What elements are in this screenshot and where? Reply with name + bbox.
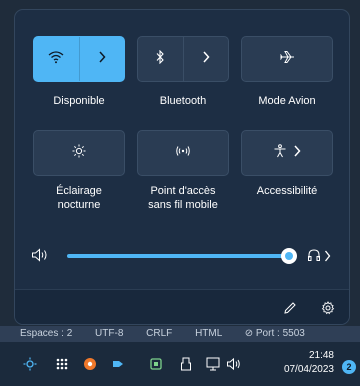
notification-badge[interactable]: 2 — [342, 360, 356, 374]
quick-settings-footer — [15, 289, 349, 324]
wifi-expand-button[interactable] — [80, 37, 125, 81]
chevron-right-icon — [293, 144, 301, 162]
airplane-mode-tile[interactable] — [241, 36, 333, 82]
night-light-label: Éclairage nocturne — [56, 185, 102, 211]
bluetooth-tile[interactable] — [137, 36, 229, 82]
browser-app-icon[interactable] — [82, 356, 98, 372]
speaker-icon[interactable] — [31, 248, 49, 267]
mobile-hotspot-label: Point d'accès sans fil mobile — [148, 185, 218, 211]
wifi-label: Disponible — [53, 95, 105, 107]
usb-device-icon[interactable] — [178, 356, 194, 372]
status-port[interactable]: ⊘ Port : 5503 — [245, 328, 305, 339]
wifi-tile[interactable] — [33, 36, 125, 82]
clock-time: 21:48 — [308, 350, 334, 361]
hotspot-icon — [175, 144, 191, 162]
status-eol[interactable]: CRLF — [146, 328, 172, 339]
status-spaces[interactable]: Espaces : 2 — [20, 328, 72, 339]
bluetooth-expand-button[interactable] — [184, 37, 229, 81]
wifi-toggle[interactable] — [34, 37, 79, 81]
taskbar-clock[interactable]: 21:48 07/04/2023 — [284, 349, 334, 377]
network-monitor-icon[interactable] — [206, 356, 222, 372]
settings-gear-icon[interactable] — [321, 301, 335, 320]
volume-slider-thumb[interactable] — [281, 248, 297, 264]
volume-icon[interactable] — [226, 356, 242, 372]
mobile-hotspot-tile[interactable] — [137, 130, 229, 176]
clock-date: 07/04/2023 — [283, 364, 334, 375]
chevron-right-icon — [98, 50, 106, 68]
accessibility-tile[interactable] — [241, 130, 333, 176]
brightness-icon — [72, 144, 86, 163]
app-grid-icon[interactable] — [54, 356, 70, 372]
editor-status-bar: Espaces : 2 UTF-8 CRLF HTML ⊘ Port : 550… — [0, 326, 360, 342]
accessibility-label: Accessibilité — [256, 185, 318, 197]
weather-icon[interactable] — [22, 356, 38, 372]
chevron-right-icon — [202, 50, 210, 68]
edit-pencil-icon[interactable] — [283, 301, 297, 320]
volume-row — [15, 242, 349, 268]
taskbar: 21:48 07/04/2023 2 — [0, 342, 360, 386]
wifi-icon — [48, 50, 64, 69]
bluetooth-toggle[interactable] — [138, 37, 183, 81]
airplane-mode-label: Mode Avion — [258, 95, 316, 107]
bluetooth-icon — [155, 49, 165, 69]
quick-settings-panel: Disponible Bluetooth Mode Avion Éclairag… — [14, 9, 350, 325]
port-icon: ⊘ — [244, 328, 256, 339]
status-encoding[interactable]: UTF-8 — [95, 328, 123, 339]
accessibility-icon — [273, 143, 287, 163]
headphones-icon[interactable] — [307, 248, 321, 267]
status-language[interactable]: HTML — [195, 328, 222, 339]
airplane-icon — [279, 50, 295, 69]
cursor-app-icon[interactable] — [110, 356, 126, 372]
volume-slider-track[interactable] — [67, 254, 289, 258]
night-light-tile[interactable] — [33, 130, 125, 176]
audio-output-chevron-icon[interactable] — [324, 249, 331, 267]
windows-app-icon[interactable] — [148, 356, 164, 372]
bluetooth-label: Bluetooth — [159, 95, 207, 107]
